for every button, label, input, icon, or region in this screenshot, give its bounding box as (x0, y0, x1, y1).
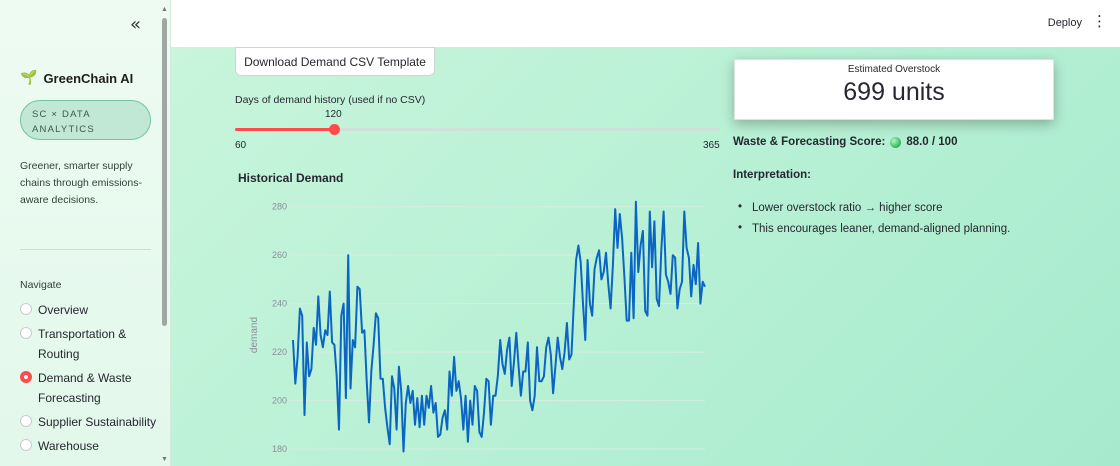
nav-item-overview[interactable]: Overview (20, 300, 160, 320)
slider-label: Days of demand history (used if no CSV) (235, 94, 426, 106)
nav-label: Navigate (20, 279, 62, 291)
metric-label: Estimated Overstock (847, 64, 941, 75)
interpretation-title: Interpretation: (733, 169, 811, 181)
download-csv-button[interactable]: Download Demand CSV Template (235, 47, 435, 76)
y-tick-label: 260 (272, 250, 287, 260)
scroll-thumb[interactable] (162, 18, 167, 326)
sidebar-scrollbar[interactable]: ▲ ▼ (161, 6, 168, 466)
demand-series-line (292, 200, 706, 453)
divider (20, 249, 151, 250)
slider-fill (235, 128, 334, 131)
y-tick-label: 180 (272, 444, 287, 454)
scroll-up-icon[interactable]: ▲ (161, 6, 168, 13)
demand-line-chart: 180 200 220 240 260 280 demand (249, 200, 706, 454)
score-line: Waste & Forecasting Score: 88.0 / 100 (733, 136, 957, 148)
radio-button[interactable] (20, 327, 32, 339)
nav-item-transportation[interactable]: Transportation & Routing (20, 324, 160, 364)
sidebar: « 🌱 GreenChain AI SC × DATA ANALYTICS Gr… (0, 0, 171, 466)
chart-title: Historical Demand (238, 171, 344, 185)
slider-thumb[interactable] (329, 124, 340, 135)
list-item: Lower overstock ratio → higher score (738, 201, 1010, 214)
y-tick-label: 220 (272, 347, 287, 357)
nav-item-label: Warehouse (38, 439, 99, 453)
nav-item-demand-waste[interactable]: Demand & Waste Forecasting (20, 368, 160, 408)
badge-line: ANALYTICS (32, 124, 95, 135)
collapse-sidebar-icon[interactable]: « (130, 14, 141, 35)
slider-track[interactable] (235, 128, 720, 131)
green-circle-icon (890, 136, 902, 148)
score-label: Waste & Forecasting Score: (733, 136, 886, 148)
main-content: Download Demand CSV Template Days of dem… (171, 47, 1120, 466)
radio-button[interactable] (20, 303, 32, 315)
slider-value: 120 (325, 109, 342, 120)
y-tick-label: 200 (272, 396, 287, 406)
nav-item-warehouse[interactable]: Warehouse (20, 436, 160, 456)
metric-value: 699 units (843, 78, 945, 106)
nav-item-label: Transportation & Routing (38, 327, 127, 361)
radio-button-selected[interactable] (20, 371, 32, 383)
nav-radio-group: Overview Transportation & Routing Demand… (20, 300, 160, 460)
brand: 🌱 GreenChain AI (20, 70, 133, 86)
category-badge: SC × DATA ANALYTICS (20, 100, 151, 140)
slider-max: 365 (703, 140, 720, 151)
y-tick-label: 240 (272, 299, 287, 309)
list-item: This encourages leaner, demand-aligned p… (738, 222, 1010, 235)
y-tick-label: 280 (272, 202, 287, 212)
nav-item-supplier[interactable]: Supplier Sustainability (20, 412, 160, 432)
radio-button[interactable] (20, 439, 32, 451)
score-value: 88.0 / 100 (906, 136, 958, 148)
nav-item-label: Supplier Sustainability (38, 415, 157, 429)
nav-item-label: Demand & Waste Forecasting (38, 371, 132, 405)
scroll-down-icon[interactable]: ▼ (161, 456, 168, 463)
sprout-icon: 🌱 (20, 70, 38, 86)
app-header: Deploy ⋮ (171, 0, 1120, 47)
overstock-metric-card: Estimated Overstock 699 units (734, 59, 1054, 120)
radio-button[interactable] (20, 415, 32, 427)
nav-item-label: Overview (38, 303, 89, 317)
interpretation-list: Lower overstock ratio → higher score Thi… (738, 201, 1010, 244)
y-axis-label: demand (249, 317, 260, 353)
more-menu-icon[interactable]: ⋮ (1092, 13, 1107, 29)
brand-name: GreenChain AI (43, 70, 134, 86)
deploy-button[interactable]: Deploy (1048, 17, 1082, 29)
slider-min: 60 (235, 140, 247, 151)
tagline: Greener, smarter supply chains through e… (20, 160, 142, 206)
badge-line: SC × DATA (32, 109, 91, 120)
